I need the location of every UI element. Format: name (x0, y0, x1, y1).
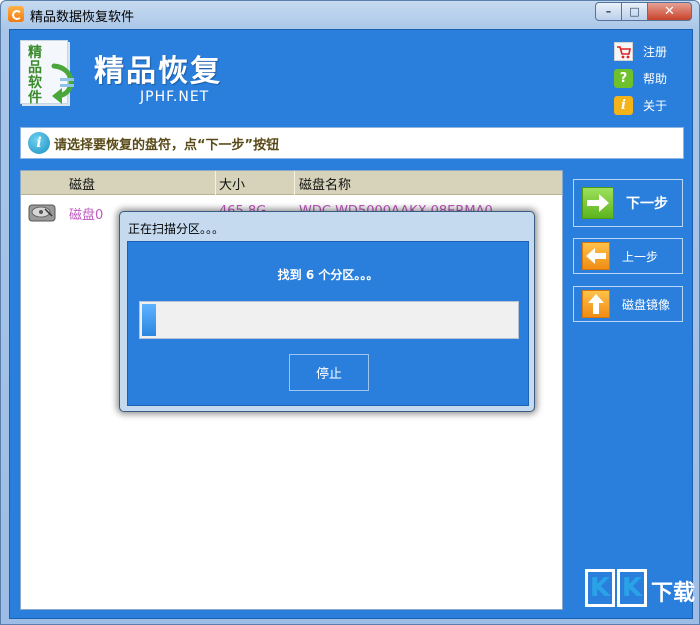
arrow-right-icon (582, 187, 614, 219)
disk-image-button[interactable]: 磁盘镜像 (573, 286, 683, 322)
minimize-button[interactable]: – (595, 2, 622, 21)
previous-step-button[interactable]: 上一步 (573, 238, 683, 274)
scan-progress-fill (142, 304, 156, 336)
column-separator (294, 171, 295, 195)
hard-disk-icon (28, 204, 56, 222)
next-step-label: 下一步 (626, 196, 668, 212)
title-bar[interactable]: 精品数据恢复软件 – □ ✕ (1, 1, 699, 27)
next-step-button[interactable]: 下一步 (573, 179, 683, 227)
scan-progress-bar (139, 301, 519, 339)
info-icon: i (614, 96, 633, 115)
help-link[interactable]: ? 帮助 (614, 67, 684, 90)
disk-image-label: 磁盘镜像 (622, 297, 671, 312)
column-size[interactable]: 大小 (219, 174, 245, 193)
dialog-title[interactable]: 正在扫描分区。。。 (128, 220, 224, 237)
app-window: 精品数据恢复软件 – □ ✕ 精品软件 精品恢复 JPHF.NET 注册 ? 帮… (0, 0, 700, 625)
arrow-left-icon (582, 242, 610, 270)
scan-status-message: 找到 6 个分区。。。 (277, 268, 379, 282)
window-title: 精品数据恢复软件 (30, 10, 135, 25)
help-label: 帮助 (643, 72, 668, 86)
scan-dialog: 正在扫描分区。。。 找到 6 个分区。。。 停止 (119, 211, 535, 412)
arrow-up-icon (582, 290, 610, 318)
about-link[interactable]: i 关于 (614, 94, 684, 117)
watermark-letter: K (585, 569, 615, 607)
cart-icon (614, 42, 633, 61)
brand-title: 精品恢复 (94, 54, 222, 89)
close-button[interactable]: ✕ (648, 2, 692, 21)
top-links: 注册 ? 帮助 i 关于 (614, 40, 684, 121)
instruction-text: 请选择要恢复的盘符，点“下一步”按钮 (54, 137, 280, 153)
instruction-info-icon: i (28, 132, 50, 154)
watermark-logo: K K 下载 (581, 567, 697, 613)
logo-arrow-icon (51, 63, 74, 104)
watermark-letter: K (617, 569, 647, 607)
disk-list-header: 磁盘 大小 磁盘名称 (21, 171, 562, 195)
logo-text: 精品软件 (28, 45, 42, 106)
about-label: 关于 (643, 99, 668, 113)
column-disk[interactable]: 磁盘 (69, 174, 95, 193)
stop-button[interactable]: 停止 (289, 354, 369, 391)
dialog-body: 找到 6 个分区。。。 停止 (127, 241, 529, 406)
instruction-bar: i 请选择要恢复的盘符，点“下一步”按钮 (20, 127, 684, 159)
watermark-text: 下载 (651, 581, 696, 606)
register-link[interactable]: 注册 (614, 40, 684, 63)
window-controls: – □ ✕ (595, 2, 692, 21)
maximize-button[interactable]: □ (622, 2, 648, 21)
disk-cell: 磁盘0 (69, 208, 104, 223)
app-icon (8, 6, 24, 22)
column-separator (215, 171, 216, 195)
register-label: 注册 (643, 45, 668, 59)
help-icon: ? (614, 69, 633, 88)
brand-subtitle: JPHF.NET (140, 89, 210, 105)
previous-step-label: 上一步 (622, 249, 659, 264)
app-logo: 精品软件 (20, 38, 82, 110)
column-disk-name[interactable]: 磁盘名称 (299, 174, 351, 193)
